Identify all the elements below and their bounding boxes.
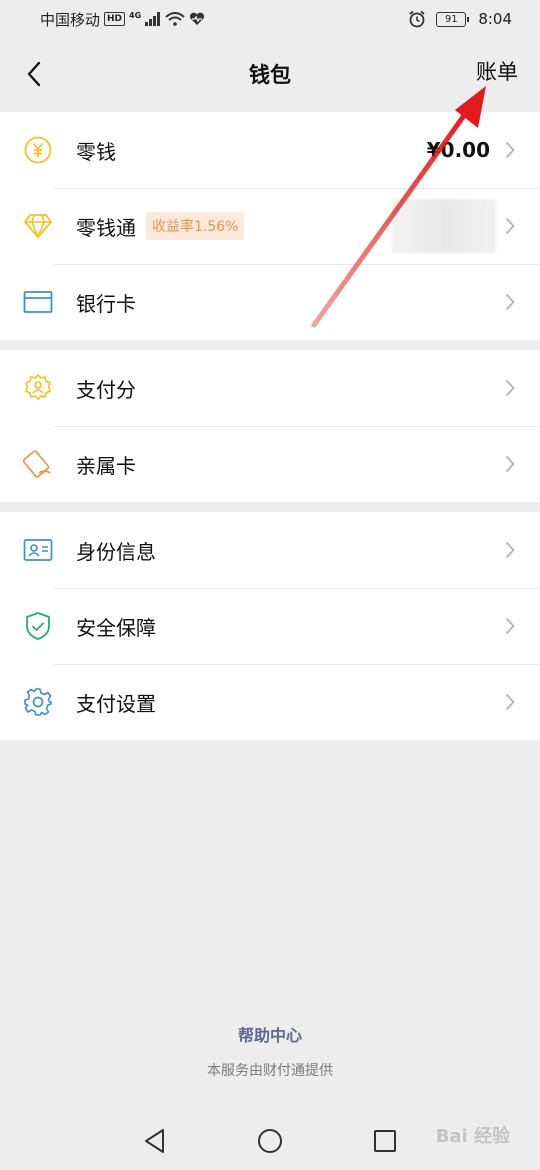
watermark: Bai 经验 <box>435 1126 510 1147</box>
balance-value: ¥0.00 <box>426 138 490 162</box>
chevron-right-icon <box>504 292 516 312</box>
wallet-balance-group: 零钱 ¥0.00 零钱通 收益率1.56% 银行卡 <box>0 112 540 340</box>
hd-indicator: HD <box>104 12 126 26</box>
wifi-icon <box>165 12 185 26</box>
list-item-label: 身份信息 <box>76 539 156 564</box>
chevron-right-icon <box>504 692 516 712</box>
family-card-icon <box>22 448 54 480</box>
bill-button[interactable]: 账单 <box>476 56 518 86</box>
list-item-identity[interactable]: 身份信息 <box>0 512 540 588</box>
help-center-link[interactable]: 帮助中心 <box>0 1022 540 1046</box>
list-item-label: 支付设置 <box>76 691 156 716</box>
chevron-right-icon <box>504 140 516 160</box>
credit-group: 支付分 亲属卡 <box>0 350 540 502</box>
chevron-left-icon <box>27 61 41 87</box>
chevron-right-icon <box>504 216 516 236</box>
list-item-label: 亲属卡 <box>76 453 136 478</box>
settings-group: 身份信息 安全保障 支付设置 <box>0 512 540 740</box>
signal-icon <box>145 12 161 26</box>
circle-home-icon <box>258 1129 282 1153</box>
list-item-label: 安全保障 <box>76 615 156 640</box>
list-item-pay-settings[interactable]: 支付设置 <box>0 664 540 740</box>
id-card-icon <box>22 534 54 566</box>
list-item-family-card[interactable]: 亲属卡 <box>0 426 540 502</box>
nav-bar: 钱包 账单 <box>0 38 540 110</box>
chevron-right-icon <box>504 378 516 398</box>
chevron-right-icon <box>504 616 516 636</box>
list-item-label: 银行卡 <box>76 291 136 316</box>
list-item-lingqiantong[interactable]: 零钱通 收益率1.56% <box>0 188 540 264</box>
yuan-coin-icon <box>22 134 54 166</box>
page-title: 钱包 <box>249 63 291 87</box>
chevron-right-icon <box>504 540 516 560</box>
list-item-label: 零钱通 <box>76 215 136 240</box>
chevron-right-icon <box>504 454 516 474</box>
battery-indicator: 91 <box>436 11 470 27</box>
square-recents-icon <box>374 1130 396 1152</box>
list-item-label: 支付分 <box>76 377 136 402</box>
provider-text: 本服务由财付通提供 <box>207 1063 333 1079</box>
system-home-button[interactable] <box>255 1126 285 1156</box>
shield-icon <box>22 610 54 642</box>
list-item-pay-score[interactable]: 支付分 <box>0 350 540 426</box>
bank-card-icon <box>22 286 54 318</box>
alarm-icon <box>409 10 425 28</box>
system-back-button[interactable] <box>140 1126 170 1156</box>
network-type: 4G <box>129 10 142 20</box>
clock: 8:04 <box>478 10 512 28</box>
triangle-back-icon <box>145 1129 164 1153</box>
diamond-icon <box>22 210 54 242</box>
blurred-amount <box>392 199 496 253</box>
list-item-security[interactable]: 安全保障 <box>0 588 540 664</box>
heart-health-icon <box>190 12 205 25</box>
yield-badge: 收益率1.56% <box>146 212 245 240</box>
back-button[interactable] <box>14 54 54 94</box>
list-item-change[interactable]: 零钱 ¥0.00 <box>0 112 540 188</box>
pay-score-icon <box>22 372 54 404</box>
list-item-label: 零钱 <box>76 139 116 164</box>
system-recents-button[interactable] <box>370 1126 400 1156</box>
gear-icon <box>22 686 54 718</box>
list-item-bank-card[interactable]: 银行卡 <box>0 264 540 340</box>
status-bar: 中国移动 HD 4G 91 8:04 <box>0 0 540 38</box>
carrier-name: 中国移动 <box>40 10 101 29</box>
